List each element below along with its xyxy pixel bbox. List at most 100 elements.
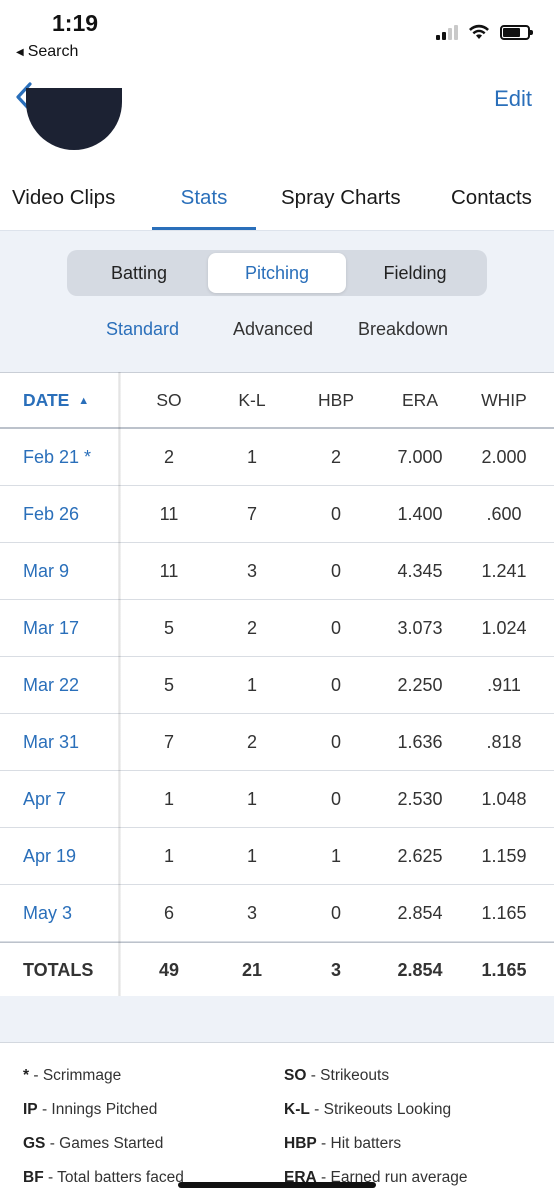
table-row: Feb 26 11 7 0 1.400 .600 xyxy=(0,486,554,543)
cell-kl: 1 xyxy=(246,446,258,467)
system-icons xyxy=(436,24,533,40)
battery-icon xyxy=(500,24,533,40)
legend-item: K-L - Strikeouts Looking xyxy=(284,1101,452,1118)
subtab-advanced[interactable]: Advanced xyxy=(233,319,313,340)
segment-fielding[interactable]: Fielding xyxy=(346,253,484,293)
legend-item: * - Scrimmage xyxy=(23,1067,122,1084)
frozen-column-divider xyxy=(118,372,121,996)
status-time: 1:19 xyxy=(52,10,99,36)
segment-pitching[interactable]: Pitching xyxy=(208,253,346,293)
game-date-link[interactable]: Mar 22 xyxy=(23,675,79,696)
cell-kl: 3 xyxy=(246,560,258,581)
home-indicator[interactable] xyxy=(178,1182,376,1188)
totals-label: TOTALS xyxy=(23,959,94,980)
avatar xyxy=(26,88,122,150)
game-date-link[interactable]: Feb 26 xyxy=(23,504,79,525)
cell-era: 2.250 xyxy=(397,674,443,695)
cell-kl: 2 xyxy=(246,617,258,638)
totals-row: TOTALS 49 21 3 2.854 1.165 xyxy=(0,942,554,998)
game-date-link[interactable]: Feb 21 * xyxy=(23,447,91,468)
column-header-whip[interactable]: WHIP xyxy=(481,390,527,411)
legend-item: HBP - Hit batters xyxy=(284,1135,402,1152)
cell-hbp: 1 xyxy=(330,845,342,866)
table-row: Mar 31 7 2 0 1.636 .818 xyxy=(0,714,554,771)
cell-whip: .818 xyxy=(486,731,522,752)
table-row: Mar 9 11 3 0 4.345 1.241 xyxy=(0,543,554,600)
cell-whip: 1.048 xyxy=(481,788,527,809)
cell-kl: 1 xyxy=(246,674,258,695)
table-row: Feb 21 * 2 1 2 7.000 2.000 xyxy=(0,429,554,486)
game-date-link[interactable]: Mar 9 xyxy=(23,561,69,582)
column-header-kl[interactable]: K-L xyxy=(238,390,265,411)
cell-so: 2 xyxy=(163,446,175,467)
table-row: May 3 6 3 0 2.854 1.165 xyxy=(0,885,554,942)
edit-button[interactable]: Edit xyxy=(494,86,532,112)
cell-so: 6 xyxy=(163,902,175,923)
top-tabs: Video Clips Stats Spray Charts Contacts xyxy=(0,170,554,230)
tab-spray-charts[interactable]: Spray Charts xyxy=(281,186,401,210)
pitching-stats-table: DATE ▲ SO K-L HBP ERA WHIP Feb 21 * 2 1 … xyxy=(0,372,554,998)
cell-whip: 1.165 xyxy=(481,902,527,923)
cell-era: 2.854 xyxy=(397,902,443,923)
cell-so: 11 xyxy=(159,560,179,581)
column-header-hbp[interactable]: HBP xyxy=(318,390,354,411)
subtab-breakdown[interactable]: Breakdown xyxy=(358,319,448,340)
wifi-icon xyxy=(469,24,489,39)
legend-item: IP - Innings Pitched xyxy=(23,1101,158,1118)
cell-era: 2.530 xyxy=(397,788,443,809)
cell-whip: .911 xyxy=(487,674,521,695)
cell-so: 1 xyxy=(163,788,175,809)
cell-hbp: 0 xyxy=(330,617,342,638)
tab-stats-label: Stats xyxy=(180,186,228,209)
cell-whip: 2.000 xyxy=(481,446,527,467)
stat-type-segmented-control: Batting Pitching Fielding xyxy=(67,250,487,296)
total-kl: 21 xyxy=(241,959,263,980)
cell-whip: 1.024 xyxy=(481,617,527,638)
cell-era: 1.400 xyxy=(397,503,443,524)
cell-hbp: 2 xyxy=(330,446,342,467)
legend-item: GS - Games Started xyxy=(23,1135,164,1152)
game-date-link[interactable]: May 3 xyxy=(23,903,72,924)
cell-era: 4.345 xyxy=(397,560,443,581)
game-date-link[interactable]: Mar 17 xyxy=(23,618,79,639)
cell-kl: 1 xyxy=(246,788,258,809)
back-to-search-label: Search xyxy=(27,43,79,60)
tab-contacts[interactable]: Contacts xyxy=(451,186,532,210)
tab-video-clips[interactable]: Video Clips xyxy=(12,186,115,210)
cell-kl: 1 xyxy=(246,845,258,866)
legend-item: SO - Strikeouts xyxy=(284,1067,390,1084)
column-header-date-label: DATE xyxy=(23,389,70,410)
cell-hbp: 0 xyxy=(330,674,342,695)
column-header-date[interactable]: DATE ▲ xyxy=(23,390,89,411)
cell-hbp: 0 xyxy=(330,902,342,923)
tab-spray-charts-label: Spray Charts xyxy=(281,186,401,209)
cell-era: 3.073 xyxy=(397,617,443,638)
cell-hbp: 0 xyxy=(330,560,342,581)
cell-hbp: 0 xyxy=(330,788,342,809)
cell-so: 5 xyxy=(163,617,175,638)
column-header-so[interactable]: SO xyxy=(156,390,181,411)
back-to-search-link[interactable]: ◀ Search xyxy=(16,43,78,61)
cell-kl: 2 xyxy=(246,731,258,752)
tab-stats[interactable]: Stats xyxy=(152,186,256,230)
tab-video-clips-label: Video Clips xyxy=(12,186,116,209)
game-date-link[interactable]: Apr 19 xyxy=(23,846,76,867)
table-row: Apr 19 1 1 1 2.625 1.159 xyxy=(0,828,554,885)
cell-whip: .600 xyxy=(486,503,522,524)
stats-filter-panel: Batting Pitching Fielding Standard Advan… xyxy=(0,230,554,372)
cell-whip: 1.159 xyxy=(481,845,527,866)
tab-contacts-label: Contacts xyxy=(451,186,532,209)
total-era: 2.854 xyxy=(397,959,443,980)
cell-so: 7 xyxy=(163,731,175,752)
cell-so: 5 xyxy=(163,674,175,695)
cell-kl: 3 xyxy=(246,902,258,923)
subtab-standard[interactable]: Standard xyxy=(106,319,179,340)
status-bar: 1:19 ◀ Search xyxy=(0,0,554,70)
game-date-link[interactable]: Apr 7 xyxy=(23,789,66,810)
cell-era: 1.636 xyxy=(397,731,443,752)
segment-batting[interactable]: Batting xyxy=(70,253,208,293)
game-date-link[interactable]: Mar 31 xyxy=(23,732,79,753)
column-header-era[interactable]: ERA xyxy=(402,390,438,411)
stats-legend: * - Scrimmage SO - Strikeouts IP - Innin… xyxy=(0,1042,554,1200)
cell-whip: 1.241 xyxy=(481,560,527,581)
